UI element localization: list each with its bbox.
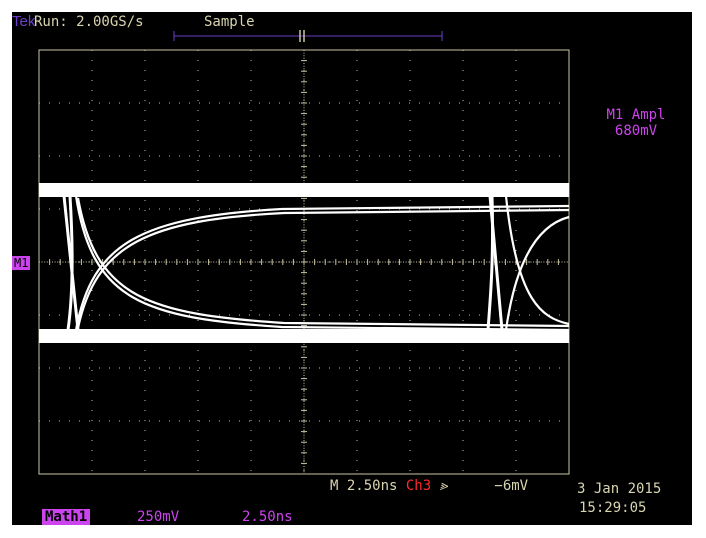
date: 3 Jan 2015 [577,481,662,497]
math-time-per-div: 2.50ns [242,509,293,525]
datetime-readout: 3 Jan 2015 15:29:05 [577,480,661,518]
brand-logo: Tek [12,13,36,30]
timebase-value: M 2.50ns [330,478,398,494]
acquisition-mode: Sample [204,14,255,30]
math-channel-badge[interactable]: Math1 [42,509,91,525]
waveform-display [38,30,570,475]
acquisition-status: Run: 2.00GS/s [34,14,144,30]
trigger-level: −6mV [494,478,529,494]
measurement-value: 680mV [614,123,658,139]
timebase-readout: M 2.50ns Ch3 ⪢ −6mV [330,478,528,494]
trace-edge [486,195,495,331]
trigger-source: Ch3 [405,478,432,494]
measurement-name: M1 Ampl [606,107,666,123]
oscilloscope-screen: Tek Run: 2.00GS/s Sample M1 Ampl 680mV M… [12,12,692,525]
math-ground-marker: M1 [12,256,31,270]
math-volts-per-div: 250mV [137,509,180,525]
trace-high-rail [39,183,569,197]
trace-low-rail [39,329,569,343]
time: 15:29:05 [579,500,647,516]
trace-transition [504,215,570,331]
rising-edge-icon: ⪢ [439,478,448,494]
measurement-readout: M1 Ampl 680mV [595,107,677,139]
